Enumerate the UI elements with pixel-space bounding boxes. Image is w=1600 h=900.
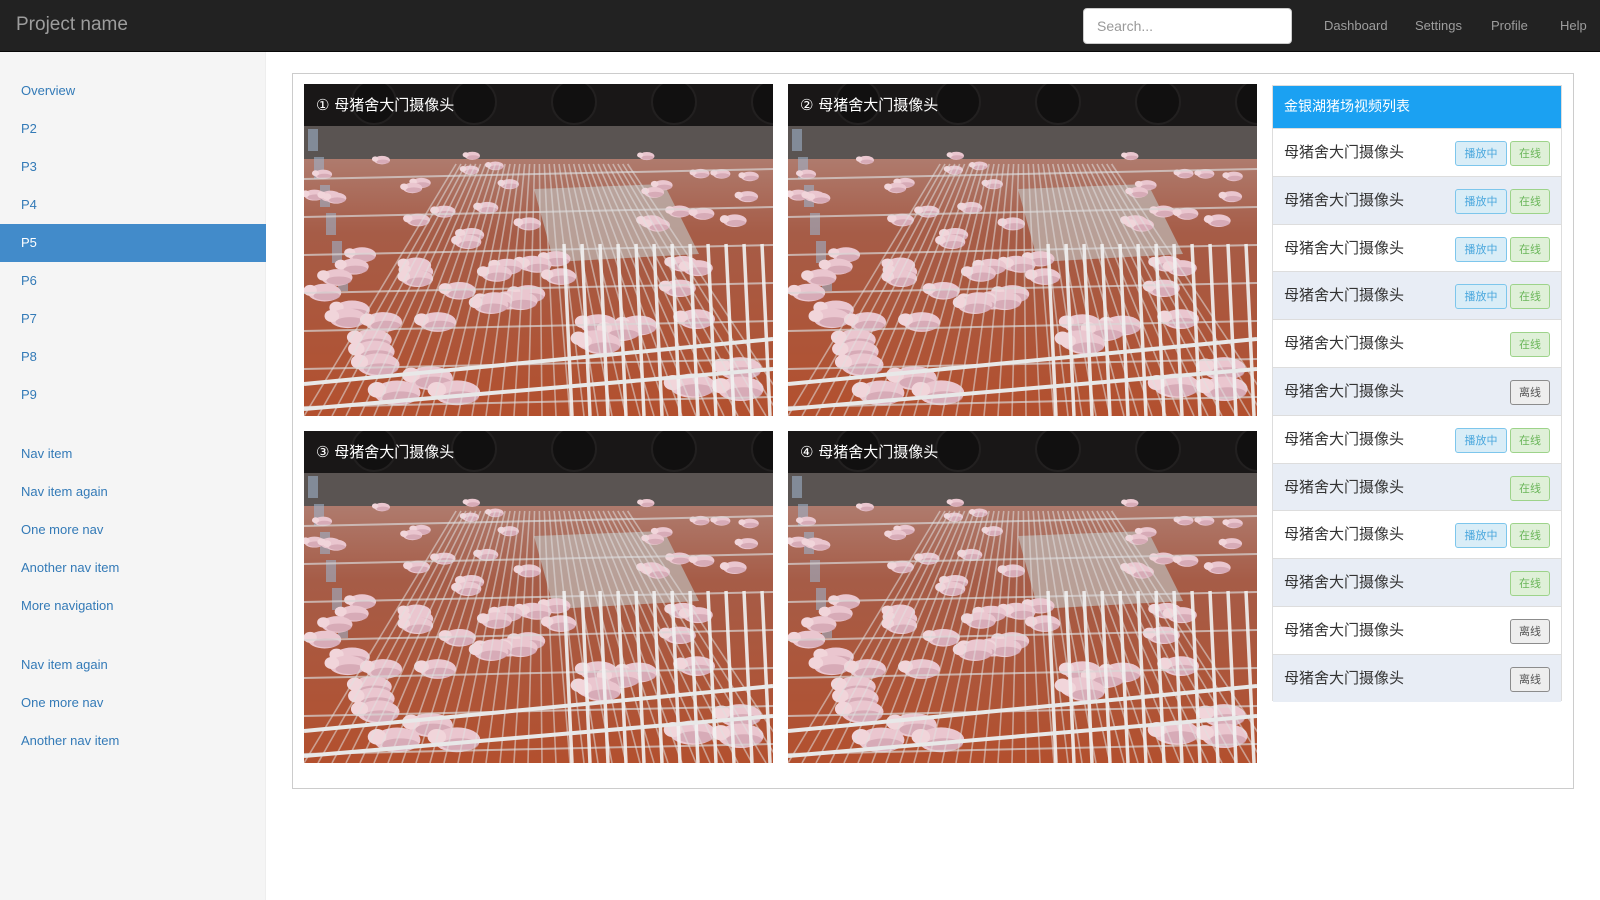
camera-name: 母猪舍大门摄像头 — [1284, 334, 1405, 353]
online-badge: 在线 — [1510, 427, 1550, 453]
sidebar-item-p8[interactable]: P8 — [0, 338, 266, 376]
online-badge: 在线 — [1510, 141, 1550, 166]
camera-name: 母猪舍大门摄像头 — [1284, 381, 1405, 400]
sidebar-item-another-nav-item-2[interactable]: Another nav item — [0, 722, 266, 760]
offline-badge: 离线 — [1510, 379, 1550, 405]
online-badge: 在线 — [1510, 571, 1550, 597]
playing-badge: 播放中 — [1455, 141, 1507, 166]
camera-name: 母猪舍大门摄像头 — [1284, 190, 1405, 209]
camera-name: 母猪舍大门摄像头 — [1284, 286, 1405, 305]
playing-badge: 播放中 — [1455, 188, 1507, 214]
video-list-rows: 母猪舍大门摄像头 播放中 在线 母猪舍大门摄像头 播放中 在线 母猪舍大门摄像头 播放中 在线母… — [1273, 128, 1561, 702]
camera-title: ③ 母猪舍大门摄像头 — [304, 431, 773, 473]
offline-badge: 离线 — [1510, 666, 1550, 692]
video-list-item[interactable]: 母猪舍大门摄像头 离线 — [1273, 605, 1561, 654]
sidebar-item-another-nav-item[interactable]: Another nav item — [0, 549, 266, 587]
video-list-item[interactable]: 母猪舍大门摄像头 在线 — [1273, 462, 1561, 511]
camera-name: 母猪舍大门摄像头 — [1284, 477, 1405, 496]
online-badge: 在线 — [1510, 284, 1550, 310]
video-list-item[interactable]: 母猪舍大门摄像头 播放中 在线 — [1273, 128, 1561, 176]
video-list-item[interactable]: 母猪舍大门摄像头 播放中 在线 — [1273, 271, 1561, 320]
nav-link-help[interactable]: Help — [1560, 18, 1587, 33]
camera-feed-image — [788, 431, 1257, 763]
camera-name: 母猪舍大门摄像头 — [1284, 620, 1405, 639]
camera-name: 母猪舍大门摄像头 — [1284, 668, 1405, 687]
online-badge: 在线 — [1510, 188, 1550, 214]
sidebar-item-nav-item[interactable]: Nav item — [0, 435, 266, 473]
playing-badge: 播放中 — [1455, 523, 1507, 549]
video-list-item[interactable]: 母猪舍大门摄像头 离线 — [1273, 366, 1561, 415]
video-list-item[interactable]: 母猪舍大门摄像头 播放中 在线 — [1273, 414, 1561, 463]
sidebar-item-p9[interactable]: P9 — [0, 376, 266, 414]
offline-badge: 离线 — [1510, 618, 1550, 644]
video-list-item[interactable]: 母猪舍大门摄像头 在线 — [1273, 558, 1561, 606]
camera-name: 母猪舍大门摄像头 — [1284, 525, 1405, 544]
sidebar-item-one-more-nav[interactable]: One more nav — [0, 511, 266, 549]
online-badge: 在线 — [1510, 332, 1550, 358]
camera-name: 母猪舍大门摄像头 — [1284, 143, 1405, 161]
brand-link[interactable]: Project name — [16, 14, 128, 36]
video-list-item[interactable]: 母猪舍大门摄像头 播放中 在线 — [1273, 175, 1561, 224]
top-navbar: Project name Dashboard Settings Profile … — [0, 0, 1600, 52]
camera-name: 母猪舍大门摄像头 — [1284, 238, 1405, 257]
sidebar-item-p4[interactable]: P4 — [0, 186, 266, 224]
sidebar: Overview P2 P3 P4 P5 P6 P7 P8 P9 Nav ite… — [0, 52, 266, 900]
sidebar-item-nav-item-again[interactable]: Nav item again — [0, 473, 266, 511]
video-list-item[interactable]: 母猪舍大门摄像头 在线 — [1273, 319, 1561, 367]
sidebar-item-one-more-nav-2[interactable]: One more nav — [0, 684, 266, 722]
camera-feed-image — [304, 84, 773, 416]
nav-link-settings[interactable]: Settings — [1415, 18, 1462, 33]
nav-link-profile[interactable]: Profile — [1491, 18, 1528, 33]
sidebar-item-more-navigation[interactable]: More navigation — [0, 587, 266, 625]
online-badge: 在线 — [1510, 523, 1550, 549]
camera-tile-3[interactable]: ③ 母猪舍大门摄像头 — [304, 431, 773, 763]
video-list-item[interactable]: 母猪舍大门摄像头 播放中 在线 — [1273, 223, 1561, 272]
search-input[interactable] — [1083, 8, 1292, 44]
camera-tile-4[interactable]: ④ 母猪舍大门摄像头 — [788, 431, 1257, 763]
sidebar-item-nav-item-again-2[interactable]: Nav item again — [0, 646, 266, 684]
playing-badge: 播放中 — [1455, 427, 1507, 453]
video-list-header: 金银湖猪场视频列表 — [1273, 86, 1561, 128]
video-list: 金银湖猪场视频列表 母猪舍大门摄像头 播放中 在线 母猪舍大门摄像头 播放中 在线 母猪舍大… — [1272, 85, 1562, 702]
camera-tile-2[interactable]: ② 母猪舍大门摄像头 — [788, 84, 1257, 416]
camera-title: ④ 母猪舍大门摄像头 — [788, 431, 1257, 473]
video-list-item[interactable]: 母猪舍大门摄像头 播放中 在线 — [1273, 510, 1561, 558]
online-badge: 在线 — [1510, 475, 1550, 501]
sidebar-item-p3[interactable]: P3 — [0, 148, 266, 186]
camera-title: ① 母猪舍大门摄像头 — [304, 84, 773, 126]
camera-feed-image — [304, 431, 773, 763]
camera-title: ② 母猪舍大门摄像头 — [788, 84, 1257, 126]
playing-badge: 播放中 — [1455, 284, 1507, 310]
sidebar-item-p6[interactable]: P6 — [0, 262, 266, 300]
camera-name: 母猪舍大门摄像头 — [1284, 573, 1405, 592]
camera-tile-1[interactable]: ① 母猪舍大门摄像头 — [304, 84, 773, 416]
sidebar-item-p7[interactable]: P7 — [0, 300, 266, 338]
sidebar-item-p2[interactable]: P2 — [0, 110, 266, 148]
camera-name: 母猪舍大门摄像头 — [1284, 429, 1405, 448]
online-badge: 在线 — [1510, 236, 1550, 262]
sidebar-item-overview[interactable]: Overview — [0, 72, 266, 110]
nav-link-dashboard[interactable]: Dashboard — [1324, 18, 1388, 33]
sidebar-item-p5[interactable]: P5 — [0, 224, 266, 262]
playing-badge: 播放中 — [1455, 236, 1507, 262]
video-list-item[interactable]: 母猪舍大门摄像头 离线 — [1273, 653, 1561, 702]
camera-feed-image — [788, 84, 1257, 416]
